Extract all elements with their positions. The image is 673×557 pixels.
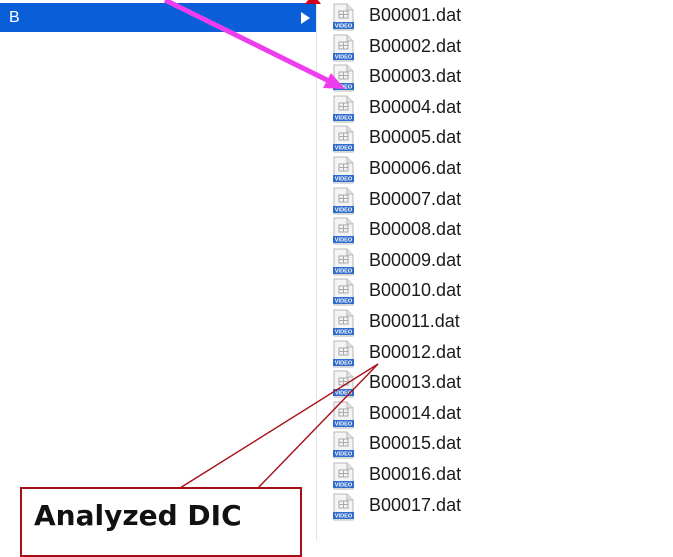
file-row[interactable]: VIDEO B00011.dat [317, 307, 673, 337]
video-file-icon: VIDEO [333, 3, 354, 31]
folder-name: B [9, 8, 20, 26]
file-row[interactable]: VIDEO B00010.dat [317, 276, 673, 306]
folder-column: B [0, 0, 316, 541]
video-file-icon: VIDEO [333, 278, 354, 306]
callout-box: Analyzed DIC [20, 487, 302, 557]
file-name: B00006.dat [369, 158, 462, 178]
video-badge-text: VIDEO [335, 54, 353, 60]
file-name: B00001.dat [369, 5, 462, 25]
file-row[interactable]: VIDEO B00016.dat [317, 460, 673, 490]
file-name: B00017.dat [369, 494, 462, 515]
video-badge-text: VIDEO [335, 391, 353, 397]
folder-row-selected[interactable]: B [0, 3, 316, 32]
video-badge-text: VIDEO [335, 299, 353, 305]
video-file-icon: VIDEO [333, 493, 354, 521]
video-file-icon: VIDEO [333, 309, 354, 337]
file-row[interactable]: VIDEO B00005.dat [317, 123, 673, 153]
video-badge-text: VIDEO [335, 483, 353, 489]
file-name: B00010.dat [369, 280, 462, 301]
video-badge-text: VIDEO [335, 421, 353, 427]
video-file-icon: VIDEO [333, 95, 354, 123]
file-row[interactable]: VIDEO B00004.dat [317, 93, 673, 123]
video-file-icon: VIDEO [333, 431, 354, 459]
video-badge-text: VIDEO [335, 330, 353, 336]
file-row[interactable]: VIDEO B00006.dat [317, 154, 673, 184]
file-name: B00011.dat [369, 311, 460, 331]
file-row[interactable]: VIDEO B00001.dat [317, 1, 673, 31]
video-badge-text: VIDEO [335, 177, 353, 183]
video-file-icon: VIDEO [333, 217, 354, 245]
video-badge-text: VIDEO [335, 85, 353, 91]
video-badge-text: VIDEO [335, 513, 353, 519]
file-name: B00014.dat [369, 402, 462, 423]
callout-text: Analyzed DIC [34, 499, 242, 532]
video-badge-text: VIDEO [335, 115, 353, 121]
video-file-icon: VIDEO [333, 156, 354, 184]
file-row[interactable]: VIDEO B00012.dat [317, 338, 673, 368]
file-name: B00016.dat [369, 464, 462, 484]
video-badge-text: VIDEO [335, 268, 353, 274]
file-row[interactable]: VIDEO B00014.dat [317, 399, 673, 429]
file-row[interactable]: VIDEO B00009.dat [317, 246, 673, 276]
file-name: B00005.dat [369, 127, 462, 148]
video-badge-text: VIDEO [335, 146, 353, 152]
file-row[interactable]: VIDEO B00013.dat [317, 368, 673, 398]
file-name: B00009.dat [369, 249, 462, 270]
file-name: B00007.dat [369, 188, 462, 209]
file-name: B00015.dat [369, 433, 462, 454]
file-row[interactable]: VIDEO B00007.dat [317, 185, 673, 215]
file-name: B00003.dat [369, 66, 462, 87]
video-file-icon: VIDEO [333, 462, 354, 490]
video-file-icon: VIDEO [333, 401, 354, 429]
disclosure-arrow-icon[interactable] [301, 12, 310, 24]
file-row[interactable]: VIDEO B00008.dat [317, 215, 673, 245]
file-row[interactable]: VIDEO B00015.dat [317, 429, 673, 459]
video-file-icon: VIDEO [333, 340, 354, 368]
file-row[interactable]: VIDEO B00003.dat [317, 62, 673, 92]
video-badge-text: VIDEO [335, 452, 353, 458]
file-name: B00013.dat [369, 372, 462, 393]
video-badge-text: VIDEO [335, 207, 353, 213]
video-badge-text: VIDEO [335, 24, 353, 30]
file-list: VIDEO B00001.dat VIDEO B00002.dat VIDEO … [317, 0, 673, 541]
file-name: B00008.dat [369, 219, 462, 240]
video-file-icon: VIDEO [333, 187, 354, 215]
video-file-icon: VIDEO [333, 125, 354, 153]
video-file-icon: VIDEO [333, 248, 354, 276]
file-name: B00012.dat [369, 341, 462, 362]
file-row[interactable]: VIDEO B00017.dat [317, 491, 673, 521]
video-badge-text: VIDEO [335, 360, 353, 366]
video-file-icon: VIDEO [333, 64, 354, 92]
file-name: B00004.dat [369, 96, 462, 117]
file-name: B00002.dat [369, 35, 462, 56]
file-row[interactable]: VIDEO B00002.dat [317, 32, 673, 62]
video-file-icon: VIDEO [333, 370, 354, 398]
video-file-icon: VIDEO [333, 34, 354, 62]
video-badge-text: VIDEO [335, 238, 353, 244]
